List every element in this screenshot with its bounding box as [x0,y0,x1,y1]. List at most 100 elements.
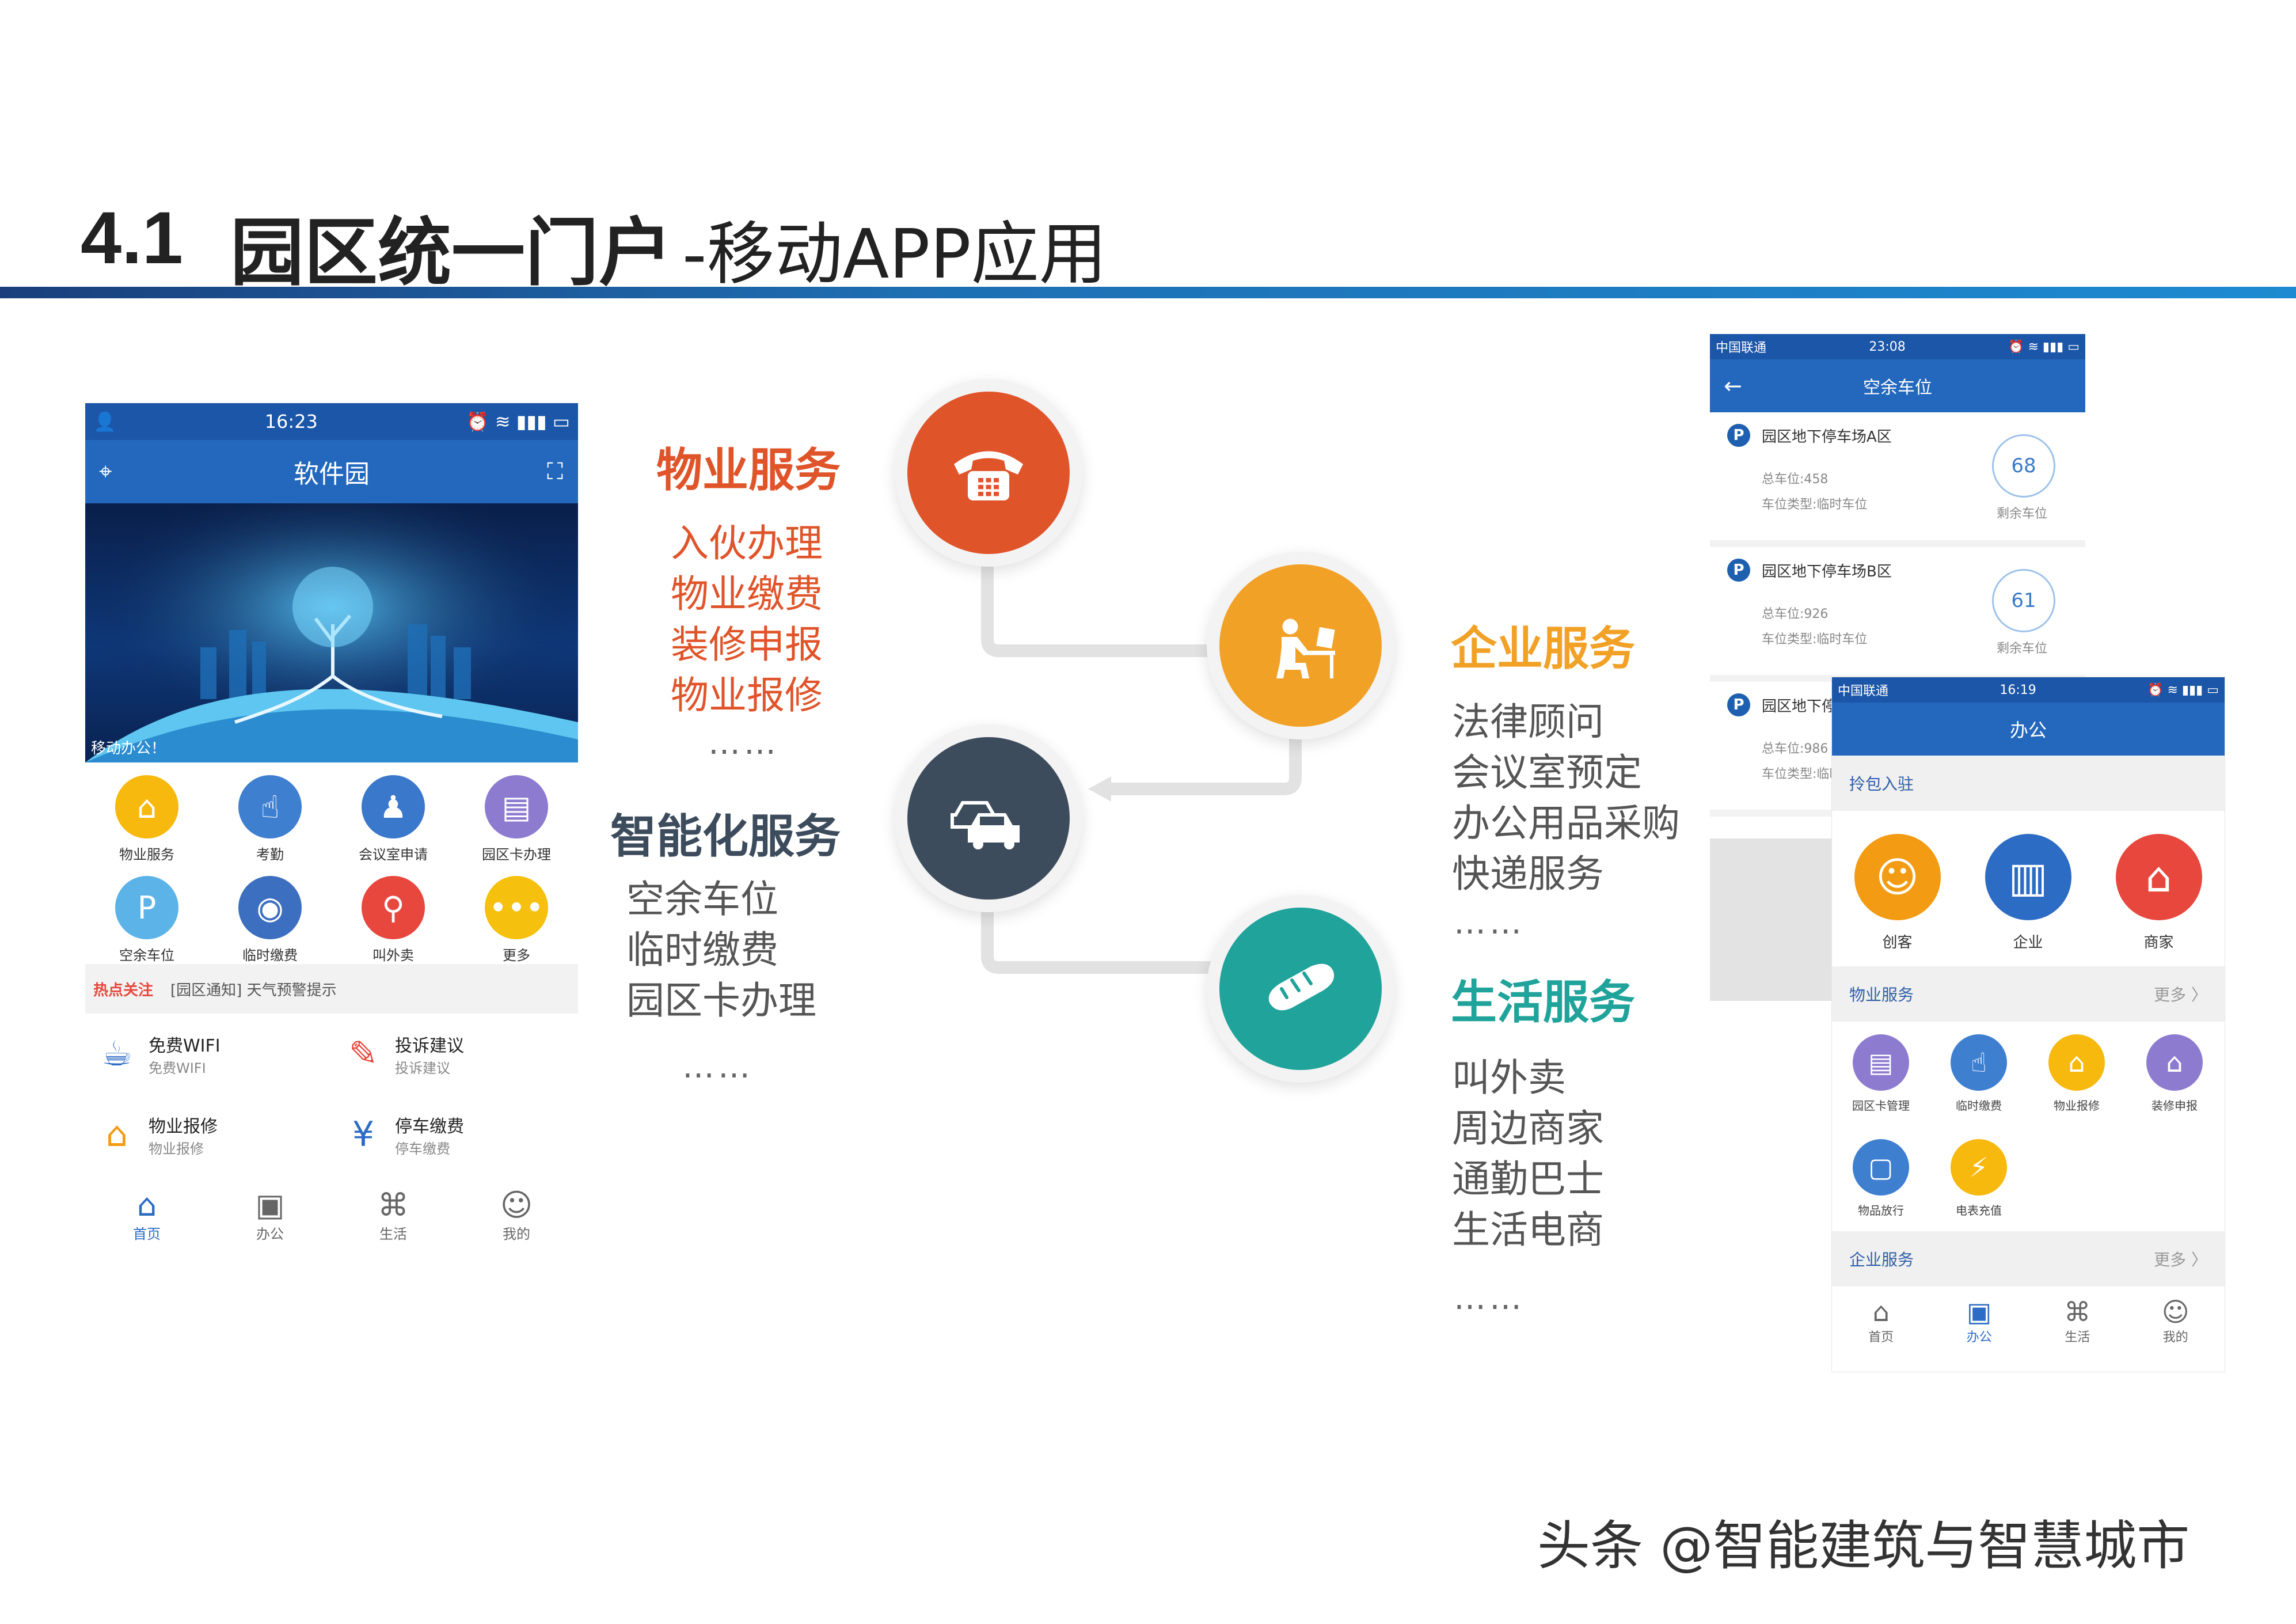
tab-bar: ⌂ 首页 ▣ 办公 ⌘ 生活 ☺ 我的 [85,1181,578,1250]
touch-icon: ☝ [1951,1034,2007,1091]
list-item[interactable]: ¥ 停车缴费 停车缴费 [332,1094,578,1175]
move-in-item[interactable]: ▥ 企业 [1963,811,2093,966]
phone-home-screen: 👤 16:23 ⏰ ≋ ▮▮▮ ▭ ⌖ 软件园 ⛶ 移动办公！ ⌂ 物业服务 ☝… [85,403,578,1278]
list-item-subtitle: 停车缴费 [395,1140,450,1157]
tab-3[interactable]: ☺ 我的 [455,1181,578,1250]
more-link[interactable]: 更多 〉 [2154,1247,2207,1270]
list-item-subtitle: 物业报修 [149,1140,204,1157]
property-item[interactable]: ⌂ 物业报修 [2028,1022,2126,1126]
life-service-title: 生活服务 [1451,976,1635,1029]
watermark: 头条 @智能建筑与智慧城市 [1537,1515,2190,1577]
banner-caption: 移动办公！ [91,740,166,757]
status-bar: 中国联通 23:08 ⏰ ≋ ▮▮▮ ▭ [1710,334,2085,359]
item-label: 创客 [1882,934,1913,951]
item-label: 物业报修 [2054,1099,2100,1113]
more-icon: ••• [485,876,548,939]
section-header-property[interactable]: 物业服务 更多 〉 [1832,966,2225,1022]
carrier-label: 中国联通 [1716,341,1767,355]
parking-card[interactable]: P 园区地下停车场A区 总车位:458 车位类型:临时车位 68 剩余车位 [1710,412,2085,547]
tab-icon: ⌘ [2064,1296,2091,1327]
nav-title: 空余车位 [1863,378,1932,398]
tab-label: 我的 [503,1225,530,1242]
tab-label: 生活 [2065,1330,2090,1345]
grid-item[interactable]: ⚲ 叫外卖 [332,863,455,964]
list-item-text: 投诉建议 投诉建议 [395,1031,464,1077]
parking-icon: P [1727,693,1750,716]
tab-2[interactable]: ⌘ 生活 [2028,1287,2127,1356]
tab-1[interactable]: ▣ 办公 [208,1181,332,1250]
move-in-item[interactable]: ☺ 创客 [1832,811,1963,966]
life-service-list: 叫外卖 周边商家 通勤巴士 生活电商 [1452,1053,1604,1255]
tab-2[interactable]: ⌘ 生活 [332,1181,455,1250]
status-bar: 👤 16:23 ⏰ ≋ ▮▮▮ ▭ [85,403,578,440]
list-item-title: 免费WIFI [149,1035,221,1056]
house-icon: ⌂ [115,775,178,838]
grid-item-label: 园区卡办理 [482,847,551,863]
cars-icon [951,801,1020,849]
box-icon: ▢ [1853,1139,1909,1196]
section-header-enterprise[interactable]: 企业服务 更多 〉 [1832,1231,2225,1287]
property-item[interactable]: ▢ 物品放行 [1832,1126,1930,1231]
service-item: 叫外卖 [1452,1056,1566,1100]
back-arrow-icon[interactable]: ← [1724,373,1742,399]
status-time: 16:19 [2000,682,2036,697]
property-item[interactable]: ⚡ 电表充值 [1930,1126,2028,1231]
property-icons: ▤ 园区卡管理 ☝ 临时缴费 ⌂ 物业报修 ⌂ 装修申报 ▢ 物品放行 ⚡ 电表充值 [1832,1022,2225,1231]
tab-0[interactable]: ⌂ 首页 [1832,1287,1930,1356]
enterprise-service-circle[interactable] [1219,564,1382,727]
service-item: 物业缴费 [671,572,823,616]
grid-item[interactable]: ••• 更多 [455,863,578,964]
grid-item[interactable]: ⌂ 物业服务 [85,762,208,863]
grid-item[interactable]: ♟ 会议室申请 [332,762,455,863]
bolt-icon: ⚡ [1951,1139,2007,1196]
grid-item[interactable]: P 空余车位 [85,863,208,964]
list-item[interactable]: ✎ 投诉建议 投诉建议 [332,1014,578,1094]
property-item[interactable]: ▤ 园区卡管理 [1832,1022,1930,1126]
tab-icon: ⌂ [136,1186,157,1223]
more-link[interactable]: 更多 〉 [2154,982,2207,1005]
grid-item-label: 更多 [503,947,530,963]
banner-image[interactable]: 移动办公！ [85,503,578,762]
section-header-move-in[interactable]: 拎包入驻 [1832,756,2225,811]
grid-item[interactable]: ▤ 园区卡办理 [455,762,578,863]
smart-service-circle[interactable] [907,737,1070,900]
item-label: 临时缴费 [1956,1099,2002,1113]
grid-item-label: 会议室申请 [359,847,428,863]
section-title: 拎包入驻 [1849,775,1914,794]
property-service-circle[interactable] [907,392,1070,554]
grid-item[interactable]: ☝ 考勤 [208,762,332,863]
location-icon[interactable]: ⌖ [99,458,112,485]
list-item[interactable]: ☕ 免费WIFI 免费WIFI [85,1014,332,1094]
service-item: 办公用品采购 [1452,801,1680,845]
parking-card[interactable]: P 园区地下停车场B区 总车位:926 车位类型:临时车位 61 剩余车位 [1710,547,2085,682]
tab-0[interactable]: ⌂ 首页 [85,1181,208,1250]
tab-1[interactable]: ▣ 办公 [1930,1287,2029,1356]
tab-3[interactable]: ☺ 我的 [2127,1287,2225,1356]
parking-icon: P [115,876,178,939]
building-icon: ▥ [1985,834,2071,920]
telephone-icon [954,451,1023,500]
item-label: 商家 [2143,934,2174,951]
service-item: 周边商家 [1452,1106,1604,1151]
status-time: 23:08 [1869,339,1906,354]
life-service-circle[interactable] [1219,908,1382,1070]
smart-more: …… [682,1048,754,1086]
move-in-icons: ☺ 创客 ▥ 企业 ⌂ 商家 [1832,811,2225,966]
move-in-item[interactable]: ⌂ 商家 [2093,811,2224,966]
scan-icon[interactable]: ⛶ [547,458,563,485]
signal-icon: ⏰ ≋ ▮▮▮ ▭ [2147,682,2219,697]
parking-name: 园区地下停车场B区 [1762,563,1892,580]
service-item: 法律顾问 [1452,700,1604,744]
property-item[interactable]: ☝ 临时缴费 [1930,1022,2028,1126]
nav-title: 软件园 [294,460,370,489]
smart-service-title: 智能化服务 [610,810,841,863]
service-item: 快递服务 [1452,852,1604,896]
person-icon: ☺ [1854,834,1941,920]
tab-label: 生活 [379,1225,407,1242]
grid-item[interactable]: ◉ 临时缴费 [208,863,332,964]
tab-icon: ▣ [255,1186,285,1223]
news-ticker[interactable]: 热点关注 [园区通知] 天气预警提示 [85,964,578,1014]
tab-label: 首页 [133,1225,161,1242]
property-item[interactable]: ⌂ 装修申报 [2126,1022,2223,1126]
list-item[interactable]: ⌂ 物业报修 物业报修 [85,1094,332,1175]
